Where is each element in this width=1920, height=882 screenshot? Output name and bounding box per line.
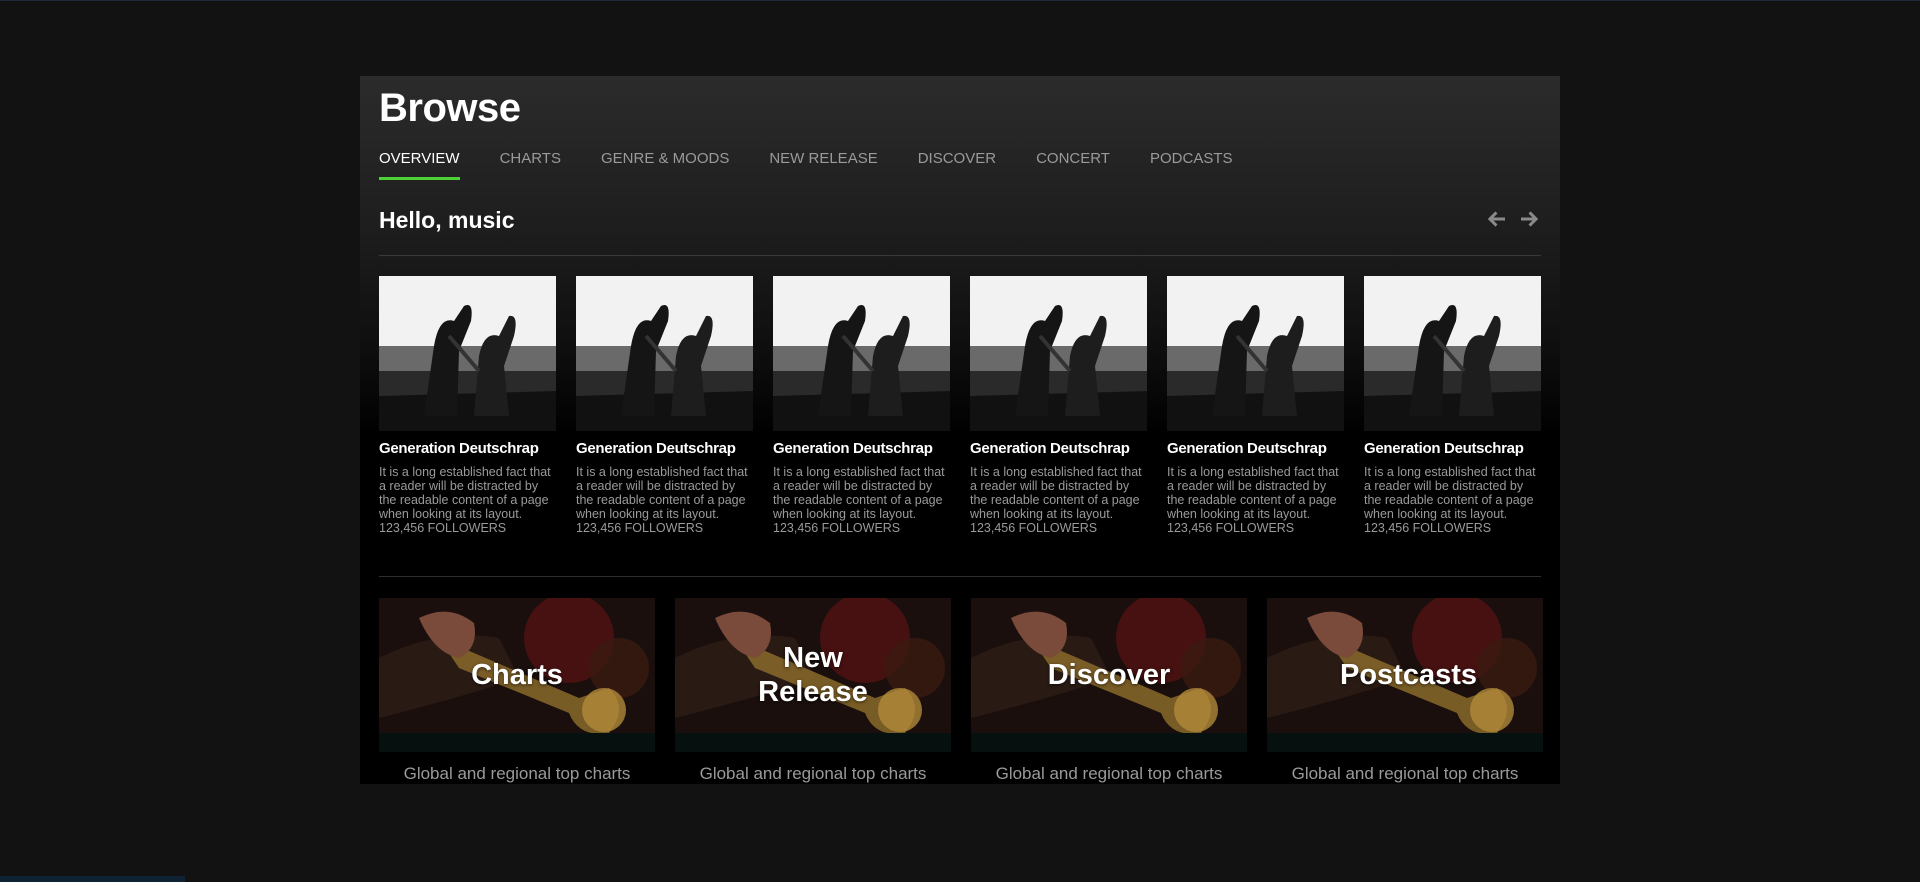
card-followers: 123,456 FOLLOWERS xyxy=(379,521,507,535)
tab-bar: OVERVIEW CHARTS GENRE & MOODS NEW RELEAS… xyxy=(379,150,1273,180)
tile-subtitle: Global and regional top charts xyxy=(403,764,631,783)
card-followers: 123,456 FOLLOWERS xyxy=(773,521,901,535)
playlist-card[interactable]: Generation Deutschrap It is a long estab… xyxy=(1364,276,1541,535)
playlist-card[interactable]: Generation Deutschrap It is a long estab… xyxy=(1167,276,1344,535)
arrow-right-icon[interactable] xyxy=(1517,207,1541,231)
card-followers: 123,456 FOLLOWERS xyxy=(1167,521,1295,535)
trumpet-photo[interactable]: Discover xyxy=(971,598,1247,752)
top-border xyxy=(0,0,1920,1)
card-description: It is a long established fact that a rea… xyxy=(379,465,551,521)
concert-photo[interactable] xyxy=(379,276,556,431)
tab-charts[interactable]: CHARTS xyxy=(500,150,561,180)
card-description: It is a long established fact that a rea… xyxy=(1364,465,1536,521)
tab-genre-moods[interactable]: GENRE & MOODS xyxy=(601,150,729,180)
tab-new-release[interactable]: NEW RELEASE xyxy=(769,150,877,180)
browse-panel: Browse OVERVIEW CHARTS GENRE & MOODS NEW… xyxy=(360,76,1560,784)
card-description: It is a long established fact that a rea… xyxy=(576,465,748,521)
section-divider xyxy=(379,576,1541,577)
page-title: Browse xyxy=(379,86,521,130)
card-title[interactable]: Generation Deutschrap xyxy=(1167,440,1344,457)
card-title[interactable]: Generation Deutschrap xyxy=(379,440,556,457)
playlist-cards: Generation Deutschrap It is a long estab… xyxy=(379,276,1541,535)
concert-photo[interactable] xyxy=(970,276,1147,431)
category-tiles: Charts Global and regional top charts Ne… xyxy=(379,598,1543,784)
category-tile-podcasts[interactable]: Postcasts Global and regional top charts xyxy=(1267,598,1543,784)
tile-subtitle: Global and regional top charts xyxy=(1291,764,1519,783)
tile-label[interactable]: New Release xyxy=(675,598,951,752)
tile-label[interactable]: Postcasts xyxy=(1267,598,1543,752)
tile-subtitle: Global and regional top charts xyxy=(699,764,927,783)
concert-photo[interactable] xyxy=(1167,276,1344,431)
card-followers: 123,456 FOLLOWERS xyxy=(970,521,1098,535)
card-title[interactable]: Generation Deutschrap xyxy=(1364,440,1541,457)
card-title[interactable]: Generation Deutschrap xyxy=(576,440,753,457)
card-title[interactable]: Generation Deutschrap xyxy=(970,440,1147,457)
tile-subtitle: Global and regional top charts xyxy=(995,764,1223,783)
card-description: It is a long established fact that a rea… xyxy=(773,465,945,521)
card-description: It is a long established fact that a rea… xyxy=(1167,465,1339,521)
trumpet-photo[interactable]: New Release xyxy=(675,598,951,752)
category-tile-discover[interactable]: Discover Global and regional top charts xyxy=(971,598,1247,784)
tab-overview[interactable]: OVERVIEW xyxy=(379,150,460,180)
trumpet-photo[interactable]: Postcasts xyxy=(1267,598,1543,752)
tab-discover[interactable]: DISCOVER xyxy=(918,150,996,180)
tile-label[interactable]: Charts xyxy=(379,598,655,752)
playlist-card[interactable]: Generation Deutschrap It is a long estab… xyxy=(773,276,950,535)
category-tile-new-release[interactable]: New Release Global and regional top char… xyxy=(675,598,951,784)
trumpet-photo[interactable]: Charts xyxy=(379,598,655,752)
concert-photo[interactable] xyxy=(773,276,950,431)
card-followers: 123,456 FOLLOWERS xyxy=(1364,521,1492,535)
tile-label[interactable]: Discover xyxy=(971,598,1247,752)
playlist-card[interactable]: Generation Deutschrap It is a long estab… xyxy=(576,276,753,535)
tab-concert[interactable]: CONCERT xyxy=(1036,150,1110,180)
card-title[interactable]: Generation Deutschrap xyxy=(773,440,950,457)
card-followers: 123,456 FOLLOWERS xyxy=(576,521,704,535)
arrow-left-icon[interactable] xyxy=(1485,207,1509,231)
tab-podcasts[interactable]: PODCASTS xyxy=(1150,150,1233,180)
section-divider xyxy=(379,255,1541,256)
category-tile-charts[interactable]: Charts Global and regional top charts xyxy=(379,598,655,784)
concert-photo[interactable] xyxy=(1364,276,1541,431)
playlist-card[interactable]: Generation Deutschrap It is a long estab… xyxy=(379,276,556,535)
playlist-card[interactable]: Generation Deutschrap It is a long estab… xyxy=(970,276,1147,535)
card-description: It is a long established fact that a rea… xyxy=(970,465,1142,521)
carousel-controls xyxy=(1485,207,1541,231)
section-title: Hello, music xyxy=(379,207,515,233)
bottom-status-bar xyxy=(0,876,185,882)
concert-photo[interactable] xyxy=(576,276,753,431)
